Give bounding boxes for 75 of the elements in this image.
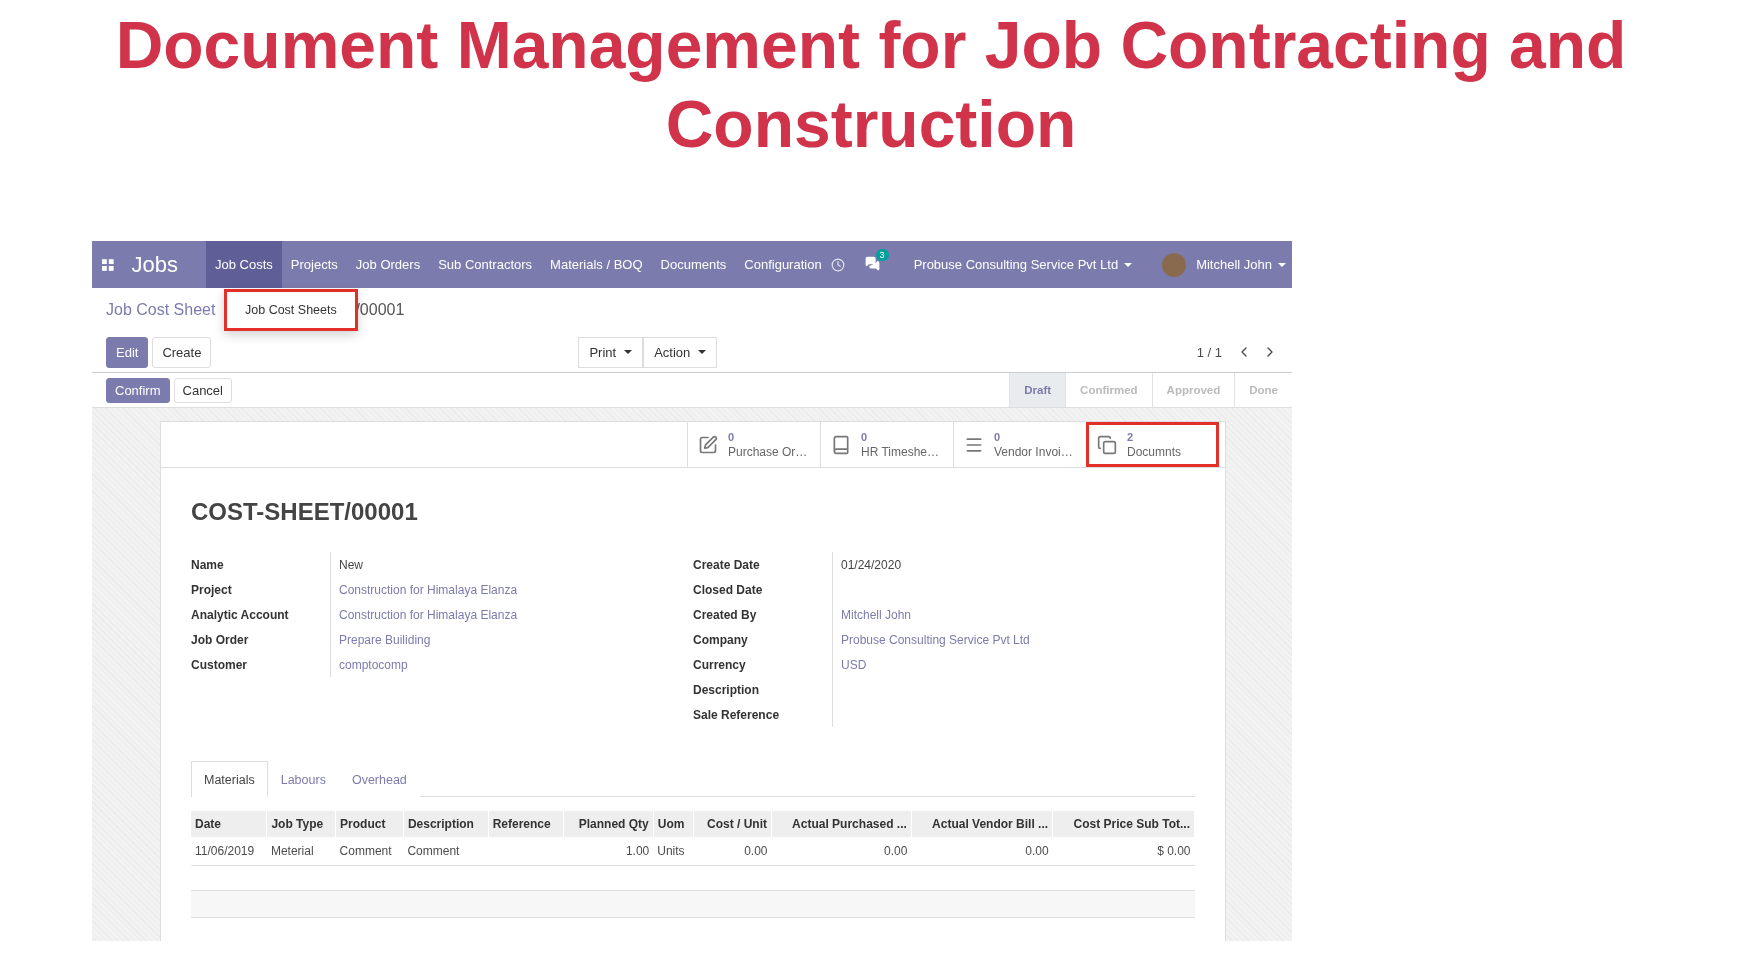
column-header[interactable]: Actual Vendor Bill ...	[911, 811, 1053, 837]
pager: 1 / 1	[1196, 344, 1222, 360]
company-switcher[interactable]: Probuse Consulting Service Pvt Ltd	[913, 257, 1133, 272]
copy-icon	[1097, 434, 1117, 455]
notebook-tab[interactable]: Materials	[191, 761, 268, 797]
nav-menu-item[interactable]: Configuration	[735, 241, 831, 288]
app-title: Jobs	[131, 251, 180, 278]
breadcrumb-current: /00001	[355, 301, 405, 319]
table-cell: Comment	[403, 837, 489, 866]
field-value: New	[338, 556, 364, 574]
field-label: Created By	[693, 602, 833, 627]
column-header[interactable]: Uom	[653, 811, 694, 837]
column-header[interactable]: Actual Purchased ...	[771, 811, 912, 837]
column-header[interactable]: Cost / Unit	[693, 811, 772, 837]
column-header[interactable]: Job Type	[266, 811, 336, 837]
header-button[interactable]: Cancel	[173, 377, 232, 403]
field-label: Analytic Account	[191, 602, 331, 627]
table-cell: 0.00	[911, 837, 1053, 866]
table-cell: Units	[653, 837, 694, 866]
field-label: Description	[693, 677, 833, 702]
book-icon	[831, 434, 851, 455]
dropdown-button[interactable]: Print	[578, 336, 644, 368]
column-header[interactable]: Date	[191, 811, 267, 837]
breadcrumb-link[interactable]: Job Cost Sheet	[106, 301, 216, 319]
control-button[interactable]: Edit	[106, 336, 149, 368]
field-link[interactable]: comptocomp	[331, 652, 693, 677]
field-label: Sale Reference	[693, 702, 833, 727]
field-label: Name	[191, 552, 331, 577]
field-label: Job Order	[191, 627, 331, 652]
slide-title: Document Management for Job Contracting and Construction	[114, 7, 1628, 164]
header-button[interactable]: Confirm	[106, 377, 170, 403]
dropdown-item[interactable]: Job Cost Sheets	[224, 289, 358, 331]
clock-icon[interactable]	[830, 257, 845, 272]
nav-menu-item[interactable]: Job Costs	[206, 241, 282, 288]
field-link[interactable]: Prepare Builiding	[331, 627, 693, 652]
column-header[interactable]: Reference	[488, 811, 564, 837]
table-cell: 0.00	[693, 837, 772, 866]
table-cell: 11/06/2019	[191, 837, 267, 866]
apps-icon[interactable]	[102, 258, 114, 271]
record-title: COST-SHEET/00001	[191, 498, 419, 526]
field-link[interactable]: Construction for Himalaya Elanza	[331, 602, 693, 627]
edit-icon	[698, 434, 718, 455]
field-link[interactable]: Construction for Himalaya Elanza	[331, 577, 693, 602]
field-label: Customer	[191, 652, 331, 677]
field-label: Company	[693, 627, 833, 652]
nav-menu-item[interactable]: Sub Contractors	[429, 241, 542, 288]
dropdown-button[interactable]: Action	[643, 336, 718, 368]
table-cell: 0.00	[771, 837, 912, 866]
field-label: Create Date	[693, 552, 833, 577]
field-label: Currency	[693, 652, 833, 677]
nav-menu-item[interactable]: Job Orders	[346, 241, 430, 288]
column-header[interactable]: Product	[335, 811, 404, 837]
table-cell: Meterial	[266, 837, 336, 866]
chat-icon[interactable]	[864, 255, 880, 271]
user-menu[interactable]: Mitchell John	[1196, 257, 1286, 272]
field-label: Closed Date	[693, 577, 833, 602]
field-link[interactable]: Probuse Consulting Service Pvt Ltd	[833, 627, 1193, 652]
field-value: 01/24/2020	[840, 556, 903, 574]
table-cell: 1.00	[563, 837, 654, 866]
nav-menu-item[interactable]: Materials / BOQ	[541, 241, 652, 288]
field-link[interactable]: USD	[833, 652, 1193, 677]
message-count: 3	[875, 248, 889, 261]
field-label: Project	[191, 577, 331, 602]
nav-menu-item[interactable]: Documents	[651, 241, 736, 288]
column-header[interactable]: Cost Price Sub Tot...	[1052, 811, 1195, 837]
nav-menu-item[interactable]: Projects	[281, 241, 347, 288]
column-header[interactable]: Description	[403, 811, 489, 837]
column-header[interactable]: Planned Qty	[563, 811, 654, 837]
control-button[interactable]: Create	[152, 336, 212, 368]
field-link[interactable]: Mitchell John	[833, 602, 1193, 627]
table-cell: $ 0.00	[1052, 837, 1195, 866]
table-cell: Comment	[335, 837, 404, 866]
status-stage[interactable]: Draft	[1009, 373, 1066, 407]
avatar	[1162, 252, 1187, 277]
smart-button[interactable]: 2 Documnts	[1086, 422, 1219, 467]
